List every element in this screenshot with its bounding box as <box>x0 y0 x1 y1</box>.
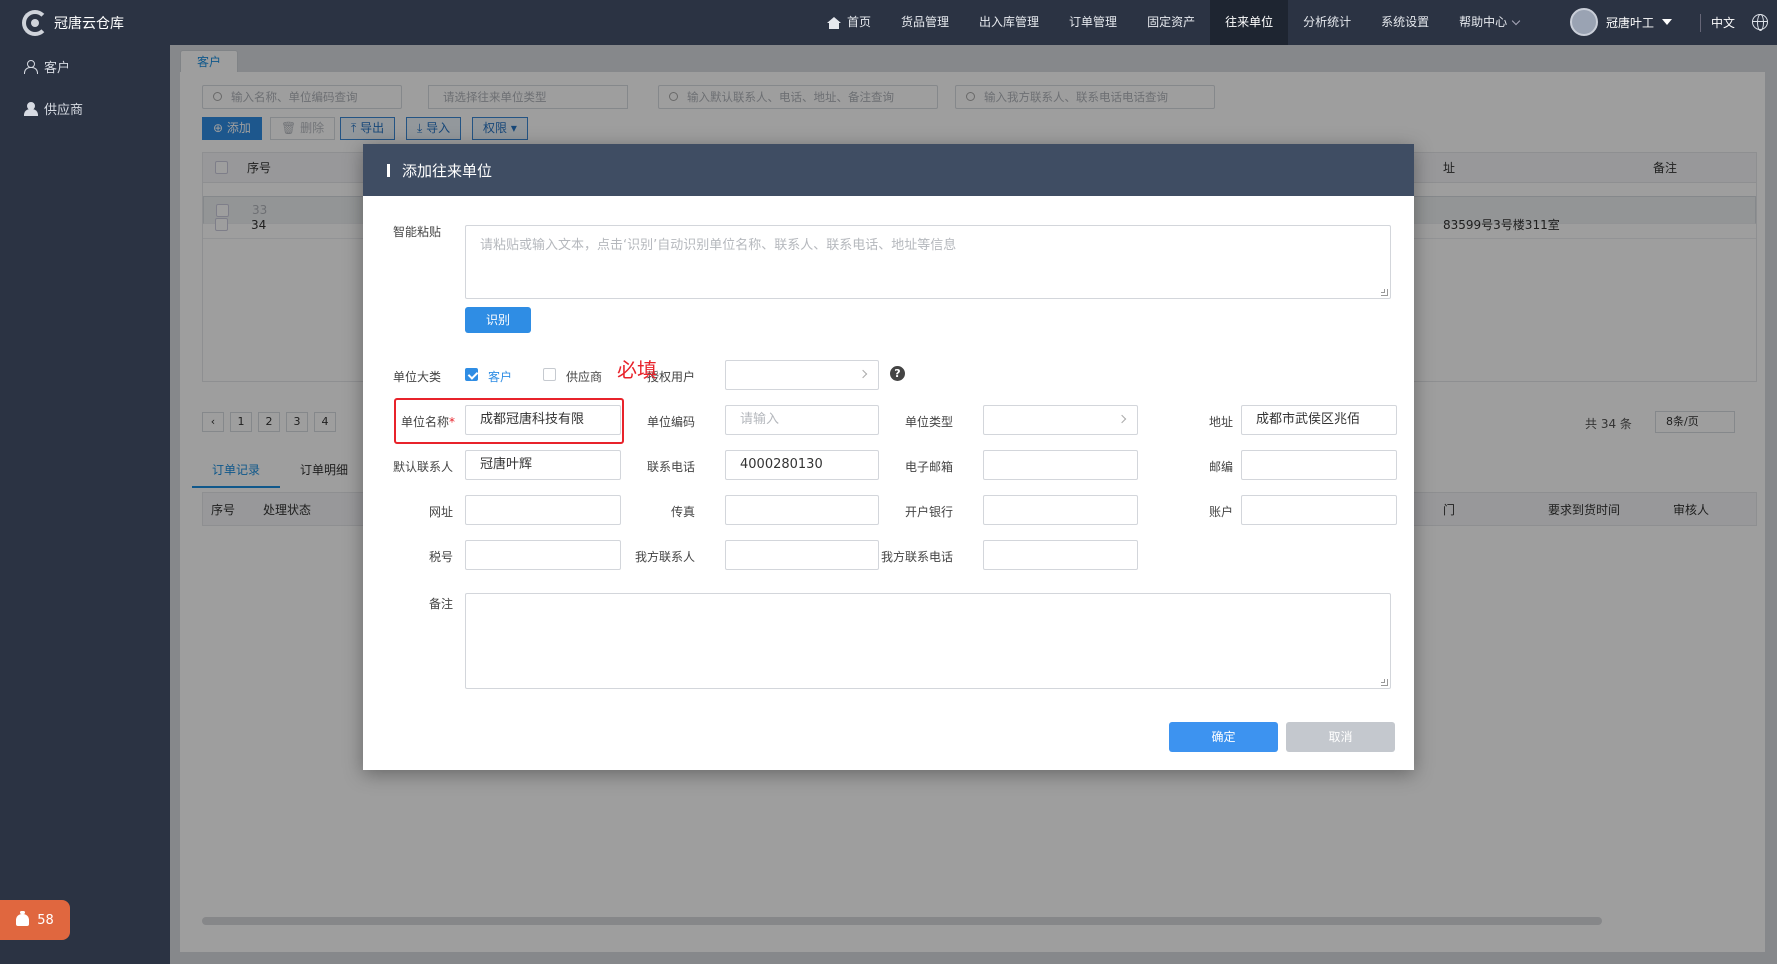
contact-input[interactable]: 冠唐叶辉 <box>465 450 621 480</box>
notification-badge[interactable]: 58 <box>0 900 70 940</box>
required-annotation: 必填 <box>617 358 657 382</box>
remark-label: 备注 <box>428 597 453 611</box>
dialog-title: 添加往来单位 <box>402 161 493 180</box>
nav-help[interactable]: 帮助中心 <box>1444 0 1534 45</box>
tax-label: 税号 <box>428 550 453 564</box>
help-icon[interactable]: ? <box>890 366 905 381</box>
nav-inout[interactable]: 出入库管理 <box>964 0 1054 45</box>
title-accent-bar <box>387 163 390 177</box>
zip-label: 邮编 <box>1208 460 1233 474</box>
account-input[interactable] <box>1241 495 1397 525</box>
website-label: 网址 <box>428 505 453 519</box>
fax-input[interactable] <box>725 495 879 525</box>
user-outline-icon <box>24 59 38 74</box>
remark-textarea[interactable] <box>465 593 1391 689</box>
main-nav: 首页 货品管理 出入库管理 订单管理 固定资产 往来单位 分析统计 系统设置 帮… <box>812 0 1534 45</box>
nav-home[interactable]: 首页 <box>812 0 886 45</box>
zip-input[interactable] <box>1241 450 1397 480</box>
nav-partners[interactable]: 往来单位 <box>1210 0 1289 45</box>
caret-down-icon <box>1662 19 1673 25</box>
smart-paste-label: 智能粘贴 <box>392 225 441 239</box>
sidebar-item-supplier[interactable]: 供应商 <box>0 87 170 129</box>
dialog-header: 添加往来单位 <box>363 144 1414 196</box>
bank-input[interactable] <box>983 495 1138 525</box>
nav-orders[interactable]: 订单管理 <box>1054 0 1132 45</box>
nav-assets[interactable]: 固定资产 <box>1132 0 1210 45</box>
unit-type-select[interactable] <box>983 405 1138 435</box>
address-label: 地址 <box>1208 415 1233 429</box>
chevron-right-icon <box>1117 414 1127 424</box>
alarm-icon <box>16 911 30 926</box>
top-bar: 冠唐云仓库 首页 货品管理 出入库管理 订单管理 固定资产 往来单位 分析统计 … <box>0 0 1777 45</box>
phone-input[interactable]: 4000280130 <box>725 450 879 480</box>
nav-settings[interactable]: 系统设置 <box>1366 0 1444 45</box>
our-contact-label: 我方联系人 <box>634 550 695 564</box>
resize-grip-icon[interactable] <box>1381 679 1388 686</box>
category-label: 单位大类 <box>392 370 441 384</box>
contact-label: 默认联系人 <box>392 460 453 474</box>
language-switch[interactable]: 中文 <box>1700 14 1735 32</box>
user-menu[interactable]: 冠唐叶工 <box>1570 8 1673 36</box>
type-label: 单位类型 <box>904 415 953 429</box>
required-highlight-box <box>394 398 624 444</box>
account-label: 账户 <box>1208 505 1233 519</box>
address-input[interactable]: 成都市武侯区兆佰 <box>1241 405 1397 435</box>
smart-paste-textarea[interactable]: 请粘贴或输入文本，点击‘识别’自动识别单位名称、联系人、联系电话、地址等信息 <box>465 225 1391 299</box>
avatar <box>1570 8 1598 36</box>
nav-analytics[interactable]: 分析统计 <box>1288 0 1366 45</box>
customer-checkbox[interactable] <box>465 368 478 381</box>
bank-label: 开户银行 <box>904 505 953 519</box>
supplier-option-label[interactable]: 供应商 <box>566 368 602 385</box>
customer-option-label[interactable]: 客户 <box>488 368 512 385</box>
chevron-down-icon <box>1511 16 1521 25</box>
resize-grip-icon[interactable] <box>1381 289 1388 296</box>
website-input[interactable] <box>465 495 621 525</box>
confirm-button[interactable]: 确定 <box>1169 722 1278 752</box>
code-label: 单位编码 <box>646 415 695 429</box>
cancel-button[interactable]: 取消 <box>1286 722 1395 752</box>
unit-code-input[interactable]: 请输入 <box>725 405 879 435</box>
email-label: 电子邮箱 <box>904 460 953 474</box>
sidebar-item-customer[interactable]: 客户 <box>0 45 170 87</box>
email-input[interactable] <box>983 450 1138 480</box>
logo-icon <box>22 10 48 36</box>
fax-label: 传真 <box>670 505 695 519</box>
tax-input[interactable] <box>465 540 621 570</box>
user-filled-icon <box>24 101 38 116</box>
globe-icon[interactable] <box>1752 14 1768 31</box>
our-phone-input[interactable] <box>983 540 1138 570</box>
our-phone-label: 我方联系电话 <box>880 550 953 564</box>
recognize-button[interactable]: 识别 <box>465 307 531 333</box>
user-name: 冠唐叶工 <box>1606 15 1655 30</box>
nav-goods[interactable]: 货品管理 <box>886 0 964 45</box>
supplier-checkbox[interactable] <box>543 368 556 381</box>
chevron-right-icon <box>858 369 868 379</box>
add-partner-dialog: 添加往来单位 智能粘贴 请粘贴或输入文本，点击‘识别’自动识别单位名称、联系人、… <box>363 144 1414 770</box>
auth-user-select[interactable] <box>725 360 879 390</box>
app-title: 冠唐云仓库 <box>54 16 124 32</box>
home-icon <box>827 16 841 29</box>
app-logo[interactable]: 冠唐云仓库 <box>22 10 124 36</box>
sidebar: 客户 供应商 <box>0 45 170 964</box>
phone-label: 联系电话 <box>646 460 695 474</box>
